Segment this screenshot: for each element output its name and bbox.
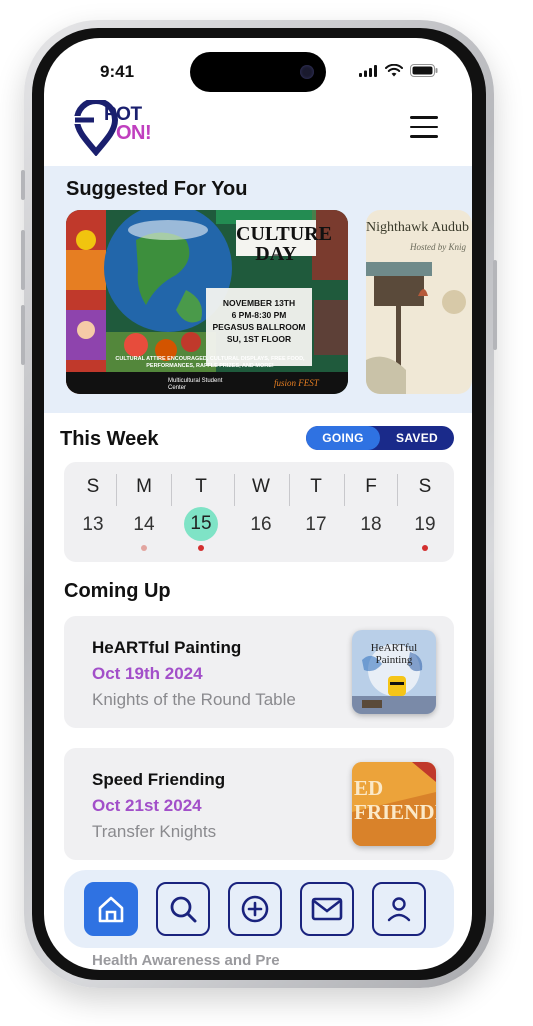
search-icon [170,896,197,923]
app-screen: 9:41 POT ON! Suggested For You CULTURE D… [44,38,472,970]
mail-icon [311,897,343,921]
day-letter: S [86,476,100,497]
day-number-selected: 15 [184,507,218,541]
event-title: Speed Friending [92,770,226,789]
calendar-day[interactable]: S 19 [398,462,452,562]
nav-add-button[interactable] [228,882,282,936]
card-heading: CULTURE DAY [236,223,332,265]
card-venue: PEGASUS BALLROOM [212,322,306,332]
status-time: 9:41 [100,62,135,81]
card-date: NOVEMBER 13TH [222,298,296,308]
nav-home-button[interactable] [84,882,138,936]
nav-profile-button[interactable] [372,882,426,936]
event-dot-indicator [141,545,147,551]
event-thumbnail: ED FRIENDI [352,762,436,846]
event-date: Oct 21st 2024 [92,796,202,815]
day-number: 18 [360,514,382,535]
suggested-section: Suggested For You CULTURE DAY NOVEMBER 1… [44,166,472,413]
volume-down-button [21,305,25,365]
event-card-nighthawk[interactable]: Nighthawk Audub Hosted by Knig [366,210,472,394]
day-letter: M [136,476,152,497]
day-letter: T [310,476,322,497]
event-organizer: Transfer Knights [92,822,217,841]
thumb-text: HeARTful Painting [370,642,418,666]
event-title: HeARTful Painting [92,638,242,657]
home-icon [98,896,124,923]
dynamic-island [190,52,326,92]
card-subheading: Hosted by Knig [410,242,466,252]
day-number: 17 [305,514,327,535]
user-icon [387,897,411,922]
event-dot-indicator [422,545,428,551]
calendar-day[interactable]: M 14 [117,462,171,562]
event-card-speed-friending[interactable]: Speed Friending Oct 21st 2024 Transfer K… [64,748,454,860]
event-dot-indicator [198,545,204,551]
peek-event-title: Health Awareness and Pre [92,952,280,969]
bottom-nav [64,870,454,948]
nav-search-button[interactable] [156,882,210,936]
bird-feeder-image [366,262,466,394]
saved-tab[interactable]: SAVED [380,426,454,450]
status-icons [359,64,438,77]
battery-icon [410,64,438,77]
card-org: Multicultural Student Center [168,378,223,391]
calendar-day[interactable]: F 18 [344,462,398,562]
card-floor: SU, 1ST FLOOR [226,334,292,344]
day-number: 13 [82,514,104,535]
day-number: 14 [133,514,155,535]
wifi-icon [385,64,403,77]
coming-up-title: Coming Up [64,580,171,602]
plus-circle-icon [241,895,269,923]
week-calendar: S 13 M 14 T 15 W 16 T 17 F 18 S 19 [64,462,454,562]
day-separator [171,474,172,506]
event-organizer: Knights of the Round Table [92,690,296,709]
mute-switch [21,170,25,200]
day-number: 19 [414,514,436,535]
event-thumbnail: HeARTful Painting [352,630,436,714]
card-details: CULTURAL ATTIRE ENCOURAGED, CULTURAL DIS… [115,356,305,369]
this-week-title: This Week [60,428,159,450]
event-card-heartful-painting[interactable]: HeARTful Painting Oct 19th 2024 Knights … [64,616,454,728]
day-letter: F [365,476,377,497]
nav-mail-button[interactable] [300,882,354,936]
day-letter: T [195,476,207,497]
volume-up-button [21,230,25,290]
going-saved-toggle: GOING SAVED [306,426,454,450]
card-time: 6 PM-8:30 PM [231,310,287,320]
calendar-day[interactable]: T 17 [289,462,343,562]
card-fest: fusion FEST [274,378,319,388]
camera-icon [300,65,314,79]
power-button [493,260,497,350]
suggested-title: Suggested For You [66,178,248,200]
day-letter: W [252,476,270,497]
app-header: POT ON! [44,94,472,166]
day-letter: S [418,476,432,497]
day-number: 16 [250,514,272,535]
spot-on-logo[interactable]: POT ON! [74,100,164,156]
calendar-day[interactable]: W 16 [234,462,288,562]
thumb-text: ED FRIENDI [354,776,436,824]
hamburger-menu-icon[interactable] [410,116,438,138]
signal-icon [359,64,377,77]
event-card-culture-day[interactable]: CULTURE DAY NOVEMBER 13TH 6 PM-8:30 PM P… [66,210,348,394]
calendar-day[interactable]: T 15 [174,462,228,562]
calendar-day[interactable]: S 13 [66,462,120,562]
going-tab[interactable]: GOING [306,426,380,450]
logo-text-bottom: ON! [116,122,152,144]
event-date: Oct 19th 2024 [92,664,203,683]
card-heading: Nighthawk Audub [366,220,470,235]
